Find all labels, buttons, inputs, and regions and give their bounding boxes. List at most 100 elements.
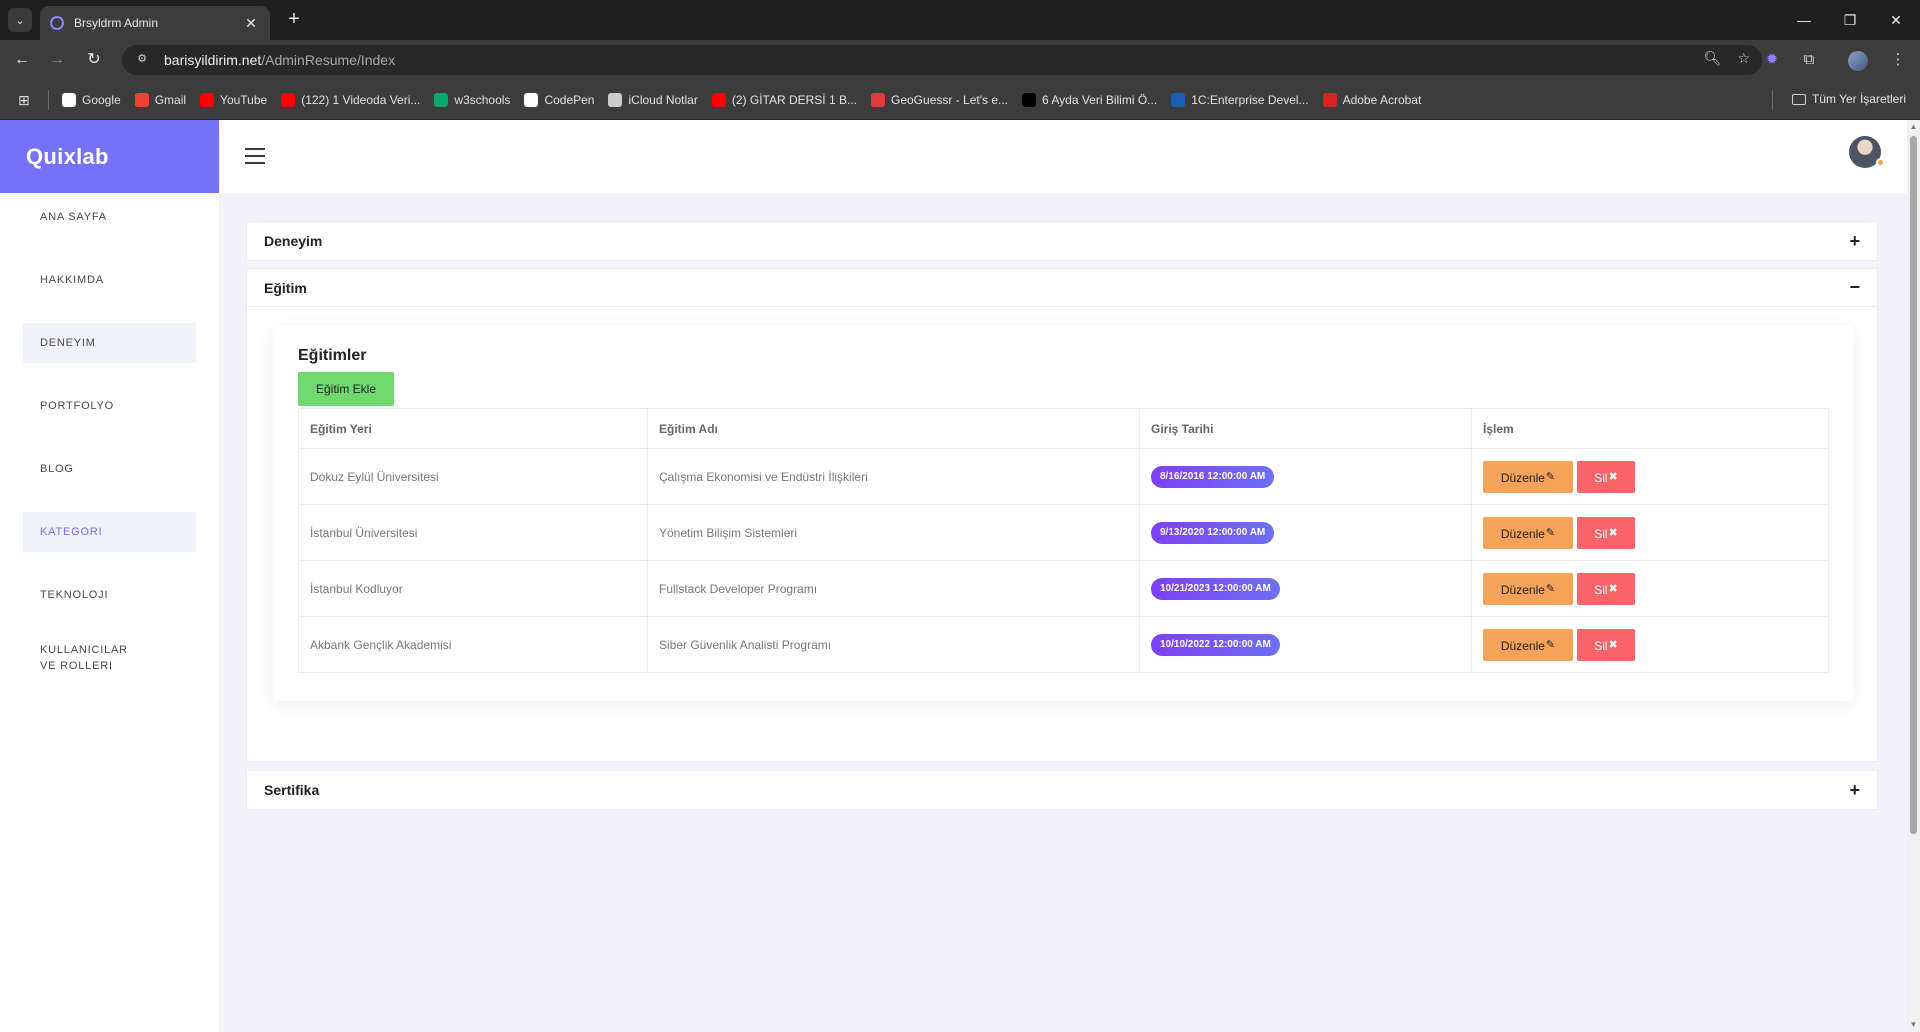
sidebar-item-label: KATEGORI xyxy=(40,526,103,538)
delete-button[interactable]: Sil✖ xyxy=(1577,460,1635,493)
table-row: Dokuz Eylül Üniversitesi Çalışma Ekonomis… xyxy=(298,448,1829,505)
bookmark-label: CodePen xyxy=(544,93,595,107)
accordion-title: Eğitim xyxy=(264,279,307,296)
top-header xyxy=(219,120,1907,193)
collapse-minus-icon[interactable]: − xyxy=(1849,277,1860,298)
education-place: Akbank Gençlik Akademisi xyxy=(298,616,648,673)
close-tab-icon[interactable]: ✕ xyxy=(242,15,260,32)
folder-icon xyxy=(1791,93,1806,105)
bookmark-item[interactable]: (2) GİTAR DERSİ 1 B... xyxy=(711,93,857,107)
column-header: Eğitim Adı xyxy=(647,408,1140,449)
back-arrow-icon[interactable]: ← xyxy=(10,48,34,72)
scroll-down-icon[interactable]: ▼ xyxy=(1907,1018,1920,1032)
gmail-icon xyxy=(134,93,149,107)
reload-icon[interactable]: ↻ xyxy=(82,48,106,72)
bookmark-item[interactable]: Google xyxy=(62,93,121,107)
sidebar-item-hakkimda[interactable]: HAKKIMDA xyxy=(23,260,196,300)
expand-plus-icon[interactable]: + xyxy=(1849,780,1860,801)
sidebar-item-teknoloji[interactable]: TEKNOLOJI xyxy=(23,575,196,615)
browser-tab-active[interactable]: Brsyldrm Admin ✕ xyxy=(40,6,270,40)
accordion-sertifika: Sertifika + xyxy=(246,770,1878,810)
bookmark-item[interactable]: (122) 1 Videoda Veri... xyxy=(281,93,420,107)
scroll-thumb[interactable] xyxy=(1910,136,1917,834)
accordion-title: Deneyim xyxy=(264,233,323,249)
new-tab-plus-icon[interactable]: + xyxy=(282,8,306,32)
hamburger-menu-icon[interactable] xyxy=(245,148,265,164)
medium-icon xyxy=(1022,93,1037,107)
restore-icon[interactable]: ❐ xyxy=(1832,8,1868,32)
sidebar: ANA SAYFA HAKKIMDA DENEYIM PORTFOLYO BLO… xyxy=(0,193,219,1032)
bookmark-item[interactable]: 6 Ayda Veri Bilimi Ö... xyxy=(1022,93,1157,107)
edit-button[interactable]: Düzenle✎ xyxy=(1483,628,1573,661)
accordion-header-deneyim[interactable]: Deneyim + xyxy=(247,222,1877,260)
bookmark-separator xyxy=(48,90,49,110)
bookmark-item[interactable]: Gmail xyxy=(134,93,187,107)
table-row: Akbank Gençlik Akademisi Siber Güvenlik A… xyxy=(298,616,1829,673)
bookmark-item[interactable]: GeoGuessr - Let's e... xyxy=(871,93,1008,107)
site-settings-icon[interactable]: ⚙ xyxy=(134,52,150,68)
expand-plus-icon[interactable]: + xyxy=(1849,231,1860,252)
apps-grid-icon[interactable]: ⊞ xyxy=(18,92,34,108)
bookmark-item[interactable]: CodePen xyxy=(524,93,594,107)
delete-button[interactable]: Sil✖ xyxy=(1577,572,1635,605)
accordion-header-egitim[interactable]: Eğitim − xyxy=(247,269,1877,307)
delete-button[interactable]: Sil✖ xyxy=(1577,516,1635,549)
delete-button[interactable]: Sil✖ xyxy=(1577,628,1635,661)
sidebar-item-label: TEKNOLOJI xyxy=(40,589,109,601)
edit-button[interactable]: Düzenle✎ xyxy=(1483,516,1573,549)
all-bookmarks[interactable]: Tüm Yer İşaretleri xyxy=(1791,92,1906,106)
card-title: Eğitimler xyxy=(298,347,367,364)
extensions-puzzle-icon[interactable]: ⧉ xyxy=(1797,48,1821,72)
bookmark-item[interactable]: Adobe Acrobat xyxy=(1322,93,1421,107)
pencil-icon: ✎ xyxy=(1545,526,1556,539)
page-scrollbar[interactable]: ▲ ▼ xyxy=(1907,120,1920,1032)
tab-search-chevron-icon[interactable]: ⌄ xyxy=(8,8,32,32)
extension-gear-icon[interactable]: ✹ xyxy=(1760,48,1784,72)
add-education-button[interactable]: Eğitim Ekle xyxy=(298,372,394,406)
delete-label: Sil xyxy=(1594,638,1608,653)
browser-profile-avatar[interactable] xyxy=(1848,51,1868,71)
admin-page: Quixlab ANA SAYFA HAKKIMDA DENEYIM PORTF… xyxy=(0,120,1920,1032)
sidebar-item-label: ANA SAYFA xyxy=(40,211,107,223)
sidebar-item-deneyim[interactable]: DENEYIM xyxy=(23,323,196,363)
education-place: İstanbul Üniversitesi xyxy=(298,504,648,561)
youtube-icon xyxy=(200,93,215,107)
address-bar[interactable]: ⚙ barisyildirim.net/AdminResume/Index 🔍︎… xyxy=(122,45,1762,75)
minimize-icon[interactable]: — xyxy=(1786,8,1822,32)
edit-button[interactable]: Düzenle✎ xyxy=(1483,572,1573,605)
edit-button[interactable]: Düzenle✎ xyxy=(1483,460,1573,493)
edit-label: Düzenle xyxy=(1500,582,1545,597)
sidebar-item-kategori[interactable]: KATEGORI xyxy=(23,512,196,552)
zoom-icon[interactable]: 🔍︎ xyxy=(1704,50,1722,67)
bookmark-item[interactable]: 1C:Enterprise Devel... xyxy=(1171,93,1309,107)
sidebar-item-portfolyo[interactable]: PORTFOLYO xyxy=(23,386,196,426)
brand-logo[interactable]: Quixlab xyxy=(0,120,219,193)
close-window-icon[interactable]: ✕ xyxy=(1878,8,1914,32)
sidebar-item-kullanicilar[interactable]: KULLANICILAR VE ROLLERI xyxy=(23,636,143,680)
site-favicon-icon xyxy=(50,16,64,30)
bookmark-separator xyxy=(1772,90,1773,110)
browser-menu-icon[interactable]: ⋮ xyxy=(1886,48,1910,72)
bookmark-item[interactable]: YouTube xyxy=(200,93,267,107)
google-icon xyxy=(62,93,76,107)
education-name: Yönetim Bilişim Sistemleri xyxy=(647,504,1140,561)
date-badge: 8/16/2016 12:00:00 AM xyxy=(1151,465,1275,488)
bookmark-item[interactable]: iCloud Notlar xyxy=(608,93,698,107)
sidebar-item-label: PORTFOLYO xyxy=(40,400,115,412)
bookmark-label: Gmail xyxy=(154,93,187,107)
sidebar-item-ana-sayfa[interactable]: ANA SAYFA xyxy=(23,197,196,237)
scroll-up-icon[interactable]: ▲ xyxy=(1907,120,1920,134)
info-icon xyxy=(1171,93,1186,107)
bookmark-star-icon[interactable]: ☆ xyxy=(1737,50,1750,67)
sidebar-item-blog[interactable]: BLOG xyxy=(23,449,196,489)
column-header: Eğitim Yeri xyxy=(298,408,648,449)
forward-arrow-icon[interactable]: → xyxy=(45,48,69,72)
education-table: Eğitim Yeri Eğitim Adı Giriş Tarihi İşle… xyxy=(298,408,1829,673)
acrobat-icon xyxy=(1322,93,1337,107)
sidebar-item-label: KULLANICILAR VE ROLLERI xyxy=(40,644,128,672)
accordion-header-sertifika[interactable]: Sertifika + xyxy=(247,771,1877,809)
bookmark-item[interactable]: w3schools xyxy=(434,93,510,107)
edit-label: Düzenle xyxy=(1500,638,1545,653)
bookmark-label: 1C:Enterprise Devel... xyxy=(1191,93,1309,107)
education-card: Eğitimler Eğitim Ekle Eğitim Yeri Eğitim… xyxy=(273,325,1853,701)
